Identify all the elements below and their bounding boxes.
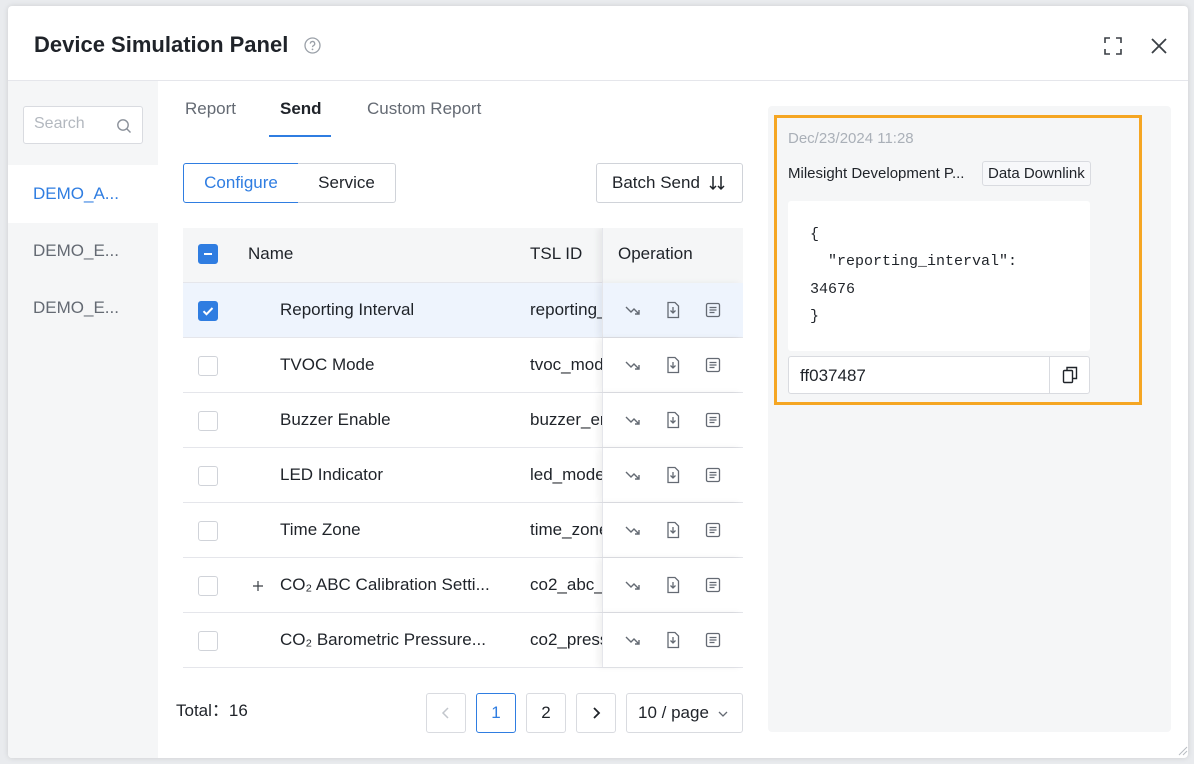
send-file-icon[interactable]: [664, 411, 682, 429]
sidebar-item-device-1[interactable]: DEMO_A...: [8, 165, 158, 223]
highlight-box: [774, 115, 1142, 405]
downlink-trend-icon[interactable]: [624, 576, 642, 594]
tab-report[interactable]: Report: [185, 99, 236, 119]
modal-header: Device Simulation Panel: [8, 6, 1188, 81]
row-tsl-id: led_mode: [530, 465, 605, 484]
resize-handle-icon[interactable]: [1176, 744, 1188, 756]
help-icon[interactable]: [304, 37, 321, 54]
downlink-trend-icon[interactable]: [624, 356, 642, 374]
chevron-down-icon: [718, 711, 728, 717]
downlink-trend-icon[interactable]: [624, 521, 642, 539]
row-checkbox[interactable]: [198, 301, 218, 321]
row-tsl-id: reporting_: [530, 300, 605, 319]
fullscreen-icon[interactable]: [1103, 36, 1123, 56]
row-operations: [602, 393, 743, 447]
total-value: 16: [228, 701, 248, 720]
row-operations: [602, 338, 743, 392]
batch-send-label: Batch Send: [612, 173, 700, 192]
details-list-icon[interactable]: [704, 576, 722, 594]
downlink-trend-icon[interactable]: [624, 301, 642, 319]
header-operation-cell: Operation: [602, 228, 743, 283]
row-tsl-id: buzzer_er: [530, 410, 605, 429]
active-tab-indicator: [269, 135, 331, 137]
chevron-right-icon: [593, 707, 601, 719]
page-2-button[interactable]: 2: [526, 693, 566, 733]
row-operations: [602, 283, 743, 337]
sidebar-search[interactable]: [23, 106, 143, 144]
row-checkbox[interactable]: [198, 466, 218, 486]
details-list-icon[interactable]: [704, 301, 722, 319]
table-row[interactable]: LED Indicator led_mode: [183, 448, 743, 503]
tab-custom-report[interactable]: Custom Report: [367, 99, 481, 119]
send-file-icon[interactable]: [664, 576, 682, 594]
row-tsl-id: co2_abc_: [530, 575, 604, 594]
table-row[interactable]: CO₂ ABC Calibration Setti... co2_abc_: [183, 558, 743, 613]
details-list-icon[interactable]: [704, 466, 722, 484]
details-list-icon[interactable]: [704, 411, 722, 429]
table-header: Name TSL ID Operation: [183, 228, 743, 283]
chevron-left-icon: [441, 707, 449, 719]
expand-plus-icon[interactable]: [250, 578, 266, 594]
row-checkbox[interactable]: [198, 631, 218, 651]
row-operations: [602, 558, 743, 612]
send-file-icon[interactable]: [664, 466, 682, 484]
send-file-icon[interactable]: [664, 301, 682, 319]
table-row[interactable]: Time Zone time_zone: [183, 503, 743, 558]
row-name: Buzzer Enable: [280, 410, 391, 429]
row-checkbox[interactable]: [198, 356, 218, 376]
table-row[interactable]: CO₂ Barometric Pressure... co2_press: [183, 613, 743, 668]
row-name: CO₂ Barometric Pressure...: [280, 630, 486, 649]
row-checkbox[interactable]: [198, 576, 218, 596]
sort-arrows-icon: [709, 176, 725, 191]
tab-send[interactable]: Send: [280, 99, 322, 119]
configure-button[interactable]: Configure: [183, 163, 299, 203]
row-tsl-id: tvoc_mod: [530, 355, 604, 374]
table-row[interactable]: Buzzer Enable buzzer_er: [183, 393, 743, 448]
row-name: Time Zone: [280, 520, 361, 539]
close-icon[interactable]: [1148, 35, 1170, 57]
total-label: Total：: [176, 701, 229, 720]
batch-send-button[interactable]: Batch Send: [596, 163, 743, 203]
row-tsl-id: co2_press: [530, 630, 605, 649]
send-file-icon[interactable]: [664, 631, 682, 649]
device-sidebar: DEMO_A... DEMO_E... DEMO_E...: [8, 81, 158, 758]
details-list-icon[interactable]: [704, 356, 722, 374]
send-file-icon[interactable]: [664, 521, 682, 539]
config-table: Name TSL ID Operation Reporting Interval…: [183, 228, 743, 676]
modal-title: Device Simulation Panel: [34, 32, 289, 57]
table-row[interactable]: TVOC Mode tvoc_mod: [183, 338, 743, 393]
row-operations: [602, 613, 743, 667]
table-row[interactable]: Reporting Interval reporting_: [183, 283, 743, 338]
downlink-trend-icon[interactable]: [624, 631, 642, 649]
sidebar-item-device-3[interactable]: DEMO_E...: [8, 279, 158, 337]
downlink-trend-icon[interactable]: [624, 411, 642, 429]
prev-page-button[interactable]: [426, 693, 466, 733]
header-name: Name: [248, 244, 294, 263]
row-name: Reporting Interval: [280, 300, 415, 319]
row-name: CO₂ ABC Calibration Setti...: [280, 575, 490, 594]
row-operations: [602, 448, 743, 502]
next-page-button[interactable]: [576, 693, 616, 733]
header-operation: Operation: [618, 244, 693, 263]
send-file-icon[interactable]: [664, 356, 682, 374]
row-tsl-id: time_zone: [530, 520, 605, 539]
downlink-trend-icon[interactable]: [624, 466, 642, 484]
row-operations: [602, 503, 743, 557]
service-button[interactable]: Service: [298, 163, 396, 203]
page-size-select[interactable]: 10 / page: [626, 693, 743, 733]
row-checkbox[interactable]: [198, 521, 218, 541]
search-icon[interactable]: [116, 118, 132, 134]
row-checkbox[interactable]: [198, 411, 218, 431]
row-name: TVOC Mode: [280, 355, 375, 374]
total-count: Total：16: [176, 696, 248, 721]
page-1-button[interactable]: 1: [476, 693, 516, 733]
header-tsl-id: TSL ID: [530, 244, 583, 263]
page-size-value: 10 / page: [638, 703, 709, 722]
sidebar-item-device-2[interactable]: DEMO_E...: [8, 222, 158, 280]
details-list-icon[interactable]: [704, 631, 722, 649]
details-list-icon[interactable]: [704, 521, 722, 539]
select-all-checkbox[interactable]: [198, 244, 218, 264]
row-name: LED Indicator: [280, 465, 383, 484]
search-input[interactable]: [34, 115, 114, 133]
